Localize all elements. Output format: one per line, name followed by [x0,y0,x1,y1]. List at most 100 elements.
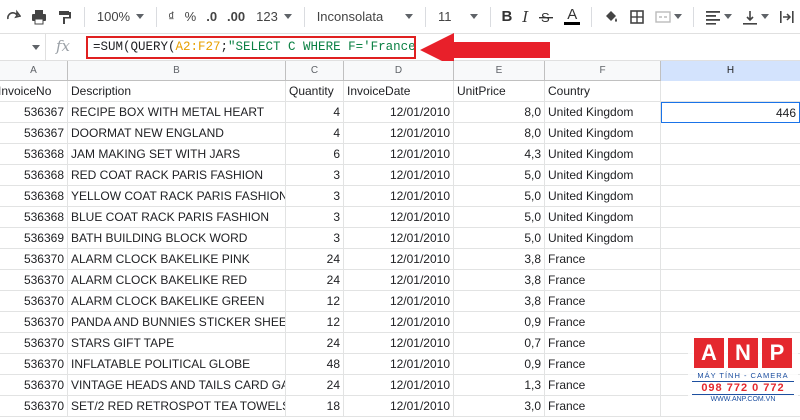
column-header-c[interactable]: C [286,61,344,81]
cell-h[interactable] [661,165,800,186]
vertical-align-icon[interactable] [737,4,774,30]
cell-description[interactable]: ALARM CLOCK BAKELIKE GREEN [68,291,286,312]
cell-quantity[interactable]: 3 [286,165,344,186]
cell-unit-price[interactable]: 4,3 [454,144,545,165]
cell-unit-price[interactable]: 5,0 [454,228,545,249]
cell-description[interactable]: VINTAGE HEADS AND TAILS CARD GAME [68,375,286,396]
cell-invoice-date[interactable]: 12/01/2010 [344,186,454,207]
cell-invoice-date[interactable]: 12/01/2010 [344,165,454,186]
cell-invoice-date[interactable]: 12/01/2010 [344,396,454,417]
cell-description[interactable]: SET/2 RED RETROSPOT TEA TOWELS [68,396,286,417]
cell-country[interactable]: France [545,333,661,354]
cell-unit-price[interactable]: 3,8 [454,291,545,312]
cell-invoice-no[interactable]: 536367 [0,123,68,144]
cell-invoice-date[interactable]: 12/01/2010 [344,249,454,270]
cell-invoice-date[interactable]: 12/01/2010 [344,291,454,312]
cell-description[interactable]: ALARM CLOCK BAKELIKE PINK [68,249,286,270]
cell-quantity[interactable]: 18 [286,396,344,417]
cell-unit-price[interactable]: 0,9 [454,354,545,375]
header-description[interactable]: Description [68,81,286,102]
cell-h1[interactable] [661,81,800,102]
cell-invoice-no[interactable]: 536370 [0,354,68,375]
cell-quantity[interactable]: 24 [286,333,344,354]
cell-invoice-no[interactable]: 536368 [0,144,68,165]
cell-unit-price[interactable]: 5,0 [454,207,545,228]
column-header-f[interactable]: F [545,61,661,81]
cell-invoice-date[interactable]: 12/01/2010 [344,312,454,333]
cell-description[interactable]: INFLATABLE POLITICAL GLOBE [68,354,286,375]
column-header-h[interactable]: H [661,61,800,81]
cell-h[interactable] [661,312,800,333]
cell-h[interactable] [661,228,800,249]
cell-invoice-no[interactable]: 536370 [0,396,68,417]
borders-icon[interactable] [624,4,650,30]
cell-quantity[interactable]: 3 [286,207,344,228]
font-size-select[interactable]: 11 [432,4,484,30]
cell-quantity[interactable]: 6 [286,144,344,165]
cell-quantity[interactable]: 24 [286,270,344,291]
cell-country[interactable]: United Kingdom [545,165,661,186]
cell-unit-price[interactable]: 0,7 [454,333,545,354]
cell-quantity[interactable]: 48 [286,354,344,375]
cell-unit-price[interactable]: 3,8 [454,249,545,270]
more-formats-select[interactable]: 123 [250,4,298,30]
zoom-select[interactable]: 100% [91,4,150,30]
cell-invoice-no[interactable]: 536368 [0,207,68,228]
cell-unit-price[interactable]: 3,0 [454,396,545,417]
column-header-e[interactable]: E [454,61,545,81]
paint-format-icon[interactable] [52,4,78,30]
cell-invoice-date[interactable]: 12/01/2010 [344,270,454,291]
header-unit-price[interactable]: UnitPrice [454,81,545,102]
cell-invoice-date[interactable]: 12/01/2010 [344,354,454,375]
header-quantity[interactable]: Quantity [286,81,344,102]
cell-country[interactable]: France [545,249,661,270]
cell-unit-price[interactable]: 0,9 [454,312,545,333]
cell-quantity[interactable]: 4 [286,102,344,123]
cell-country[interactable]: France [545,270,661,291]
bold-button[interactable]: B [497,4,518,30]
cell-invoice-no[interactable]: 536370 [0,333,68,354]
cell-invoice-date[interactable]: 12/01/2010 [344,333,454,354]
print-icon[interactable] [26,4,52,30]
cell-unit-price[interactable]: 8,0 [454,123,545,144]
cell-h[interactable] [661,270,800,291]
decrease-decimal-button[interactable]: .0 [201,4,222,30]
text-wrap-icon[interactable] [774,4,800,30]
cell-unit-price[interactable]: 3,8 [454,270,545,291]
cell-quantity[interactable]: 3 [286,228,344,249]
cell-quantity[interactable]: 24 [286,249,344,270]
header-invoice-no[interactable]: InvoiceNo [0,81,68,102]
column-header-a[interactable]: A [0,61,68,81]
cell-invoice-no[interactable]: 536369 [0,228,68,249]
font-family-select[interactable]: Inconsolata [311,4,419,30]
formula-input[interactable]: =SUM(QUERY(A2:F27;"SELECT C WHERE F='Fra… [86,36,416,59]
cell-unit-price[interactable]: 5,0 [454,165,545,186]
cell-country[interactable]: France [545,291,661,312]
cell-country[interactable]: United Kingdom [545,207,661,228]
cell-country[interactable]: France [545,375,661,396]
cell-description[interactable]: ALARM CLOCK BAKELIKE RED [68,270,286,291]
percent-button[interactable]: % [180,4,202,30]
cell-country[interactable]: France [545,354,661,375]
cell-description[interactable]: PANDA AND BUNNIES STICKER SHEET [68,312,286,333]
cell-description[interactable]: RED COAT RACK PARIS FASHION [68,165,286,186]
merge-cells-icon[interactable] [650,4,687,30]
cell-invoice-no[interactable]: 536370 [0,270,68,291]
cell-description[interactable]: DOORMAT NEW ENGLAND [68,123,286,144]
currency-button[interactable]: ₫ [163,4,180,30]
cell-invoice-no[interactable]: 536368 [0,186,68,207]
name-box[interactable] [0,34,46,60]
cell-h[interactable] [661,207,800,228]
cell-quantity[interactable]: 12 [286,312,344,333]
cell-invoice-no[interactable]: 536370 [0,312,68,333]
cell-description[interactable]: JAM MAKING SET WITH JARS [68,144,286,165]
cell-description[interactable]: BATH BUILDING BLOCK WORD [68,228,286,249]
fill-color-icon[interactable] [598,4,624,30]
cell-country[interactable]: United Kingdom [545,144,661,165]
cell-invoice-date[interactable]: 12/01/2010 [344,102,454,123]
header-invoice-date[interactable]: InvoiceDate [344,81,454,102]
cell-h[interactable] [661,186,800,207]
cell-country[interactable]: United Kingdom [545,228,661,249]
cell-invoice-date[interactable]: 12/01/2010 [344,375,454,396]
cell-description[interactable]: STARS GIFT TAPE [68,333,286,354]
